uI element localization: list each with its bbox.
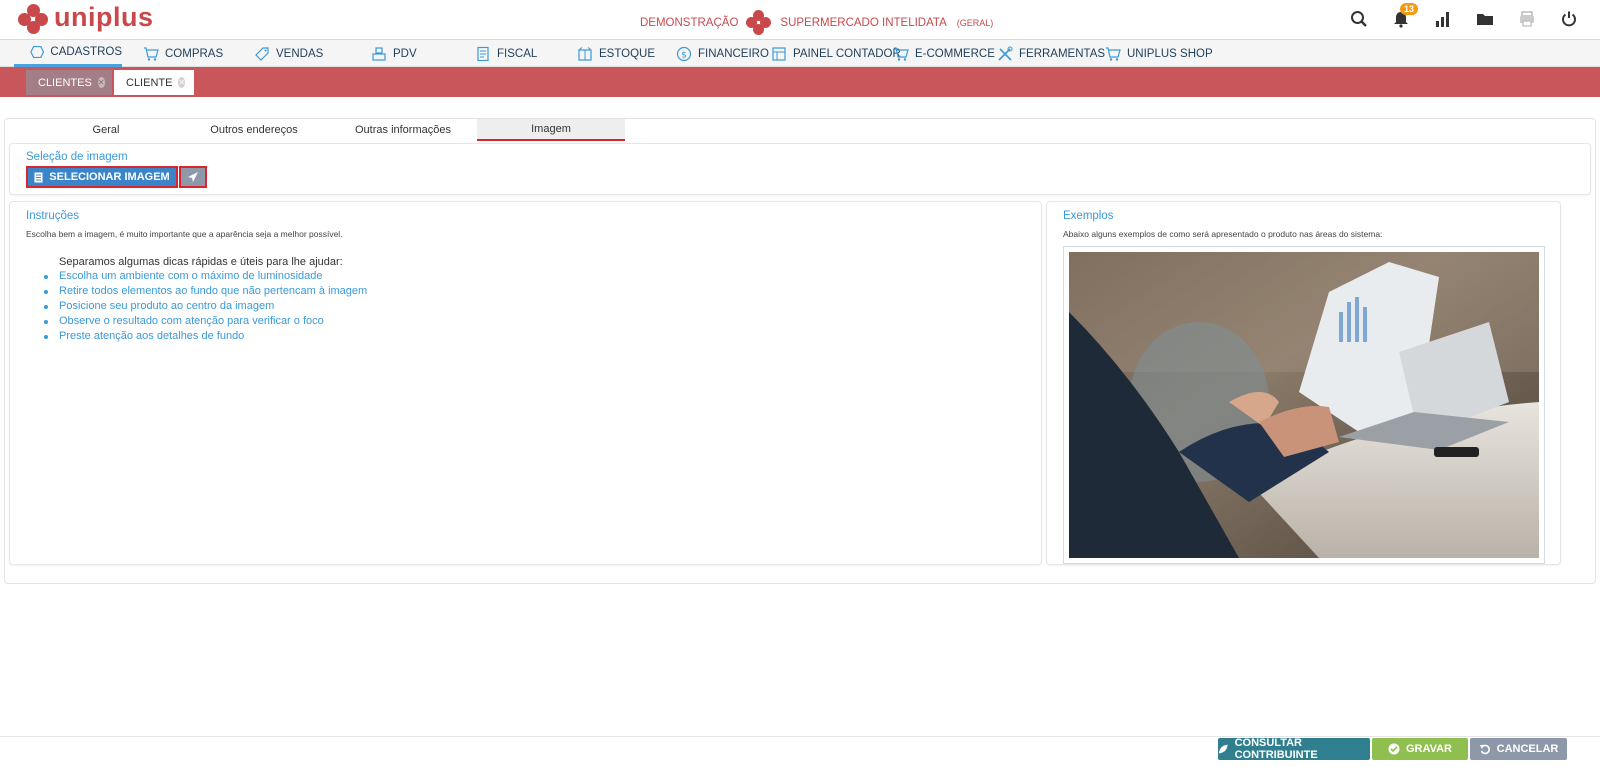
tips-heading: Separamos algumas dicas rápidas e úteis … [59,256,343,268]
footer-actions: CONSULTAR CONTRIBUINTE GRAVAR CANCELAR [0,736,1600,777]
examples-title: Exemplos [1063,210,1114,222]
close-icon[interactable]: ✕ [178,77,186,88]
box-icon [578,46,592,61]
leaf-icon [1218,744,1228,754]
menu-compras[interactable]: COMPRAS [143,40,223,67]
logo-icon [18,4,48,34]
list-item: Preste atenção aos detalhes de fundo [44,330,367,345]
client-form: Geral Outros endereços Outras informaçõe… [4,118,1596,584]
menu-label: ESTOQUE [599,47,656,60]
button-label: SELECIONAR IMAGEM [49,171,170,183]
example-photo [1069,252,1539,558]
menu-label: CADASTROS [50,46,122,58]
notification-count: 13 [1400,3,1419,15]
button-label: CANCELAR [1496,743,1559,755]
subtab-imagem[interactable]: Imagem [477,119,625,141]
company-name: SUPERMERCADO INTELIDATA [780,17,947,29]
paper-plane-icon [188,172,198,182]
button-label: GRAVAR [1405,743,1453,755]
menu-painel-contador[interactable]: PAINEL CONTADOR [771,40,901,67]
search-icon[interactable] [1348,8,1370,30]
top-bar: uniplus DEMONSTRAÇÃO SUPERMERCADO INTELI… [0,0,1600,40]
hexagon-icon [30,46,45,58]
undo-icon [1479,744,1490,755]
menu-ferramentas[interactable]: FERRAMENTAS [997,40,1105,67]
menu-label: VENDAS [276,47,324,60]
tab-cliente[interactable]: CLIENTE ✕ [114,70,194,95]
folder-icon[interactable] [1474,8,1496,30]
subtab-geral[interactable]: Geral [35,119,177,141]
menu-label: COMPRAS [165,47,224,60]
menu-financeiro[interactable]: $ FINANCEIRO [676,40,769,67]
svg-text:$: $ [681,50,687,60]
company-selector[interactable]: DEMONSTRAÇÃO SUPERMERCADO INTELIDATA (GE… [640,10,993,36]
list-item: Observe o resultado com atenção para ver… [44,315,367,330]
consult-contributor-button[interactable]: CONSULTAR CONTRIBUINTE [1218,737,1370,761]
tab-clientes[interactable]: CLIENTES ✕ [26,70,112,95]
select-image-button[interactable]: SELECIONAR IMAGEM [26,166,178,188]
button-label: CONSULTAR CONTRIBUINTE [1234,737,1318,761]
company-logo-icon [746,10,772,36]
printer-icon[interactable] [1516,8,1538,30]
power-icon[interactable] [1558,8,1580,30]
menu-label: PAINEL CONTADOR [793,47,901,60]
menu-vendas[interactable]: VENDAS [254,40,323,67]
menu-ecommerce[interactable]: E-COMMERCE [893,40,995,67]
image-selection-panel: Seleção de imagem SELECIONAR IMAGEM [9,143,1591,195]
list-item: Posicione seu produto ao centro da image… [44,300,367,315]
company-unit: (GERAL) [956,18,994,28]
image-selection-title: Seleção de imagem [26,151,128,163]
menu-estoque[interactable]: ESTOQUE [577,40,655,67]
menu-fiscal[interactable]: FISCAL [475,40,537,67]
menu-label: FERRAMENTAS [1019,47,1106,60]
file-icon [34,172,43,182]
tips-list: Escolha um ambiente com o máximo de lumi… [44,270,367,345]
menu-cadastros[interactable]: CADASTROS [14,40,122,67]
menu-uniplus-shop[interactable]: UNIPLUS SHOP [1105,40,1213,67]
bar-chart-icon[interactable] [1432,8,1454,30]
examples-panel: Exemplos Abaixo alguns exemplos de como … [1046,201,1561,565]
document-icon [477,46,489,61]
cart-icon [144,46,159,61]
subtab-outras-informacoes[interactable]: Outras informações [329,119,477,141]
list-item: Retire todos elementos ao fundo que não … [44,285,367,300]
register-icon [372,46,386,61]
check-circle-icon [1388,743,1400,755]
dollar-icon: $ [676,46,692,61]
tools-icon [998,46,1013,61]
document-tab-bar: CLIENTES ✕ CLIENTE ✕ [0,67,1600,97]
tab-label: CLIENTES [38,76,92,89]
instructions-panel: Instruções Escolha bem a imagem, é muito… [9,201,1042,565]
camera-upload-button[interactable] [179,166,207,188]
brand-logo[interactable]: uniplus [18,1,154,34]
instructions-intro: Escolha bem a imagem, é muito importante… [26,229,343,239]
brand-name: uniplus [54,1,154,32]
instructions-title: Instruções [26,210,80,222]
close-icon[interactable]: ✕ [97,77,105,88]
menu-label: FINANCEIRO [698,47,769,60]
main-menu: CADASTROS COMPRAS VENDAS PDV FISCAL ESTO… [0,40,1600,67]
tag-icon [255,46,269,61]
menu-label: UNIPLUS SHOP [1127,47,1213,60]
cancel-button[interactable]: CANCELAR [1470,738,1567,760]
cart-icon [894,46,909,61]
form-subtabs: Geral Outros endereços Outras informaçõe… [5,119,1595,141]
tab-label: CLIENTE [126,76,173,89]
example-image-frame [1063,246,1545,564]
cart-icon [1106,46,1121,61]
list-item: Escolha um ambiente com o máximo de lumi… [44,270,367,285]
bell-icon[interactable]: 13 [1390,3,1419,30]
menu-pdv[interactable]: PDV [371,40,417,67]
examples-description: Abaixo alguns exemplos de como será apre… [1063,229,1383,239]
menu-label: E-COMMERCE [915,47,995,60]
subtab-outros-enderecos[interactable]: Outros endereços [183,119,325,141]
ledger-icon [772,46,786,61]
menu-label: PDV [393,47,417,60]
environment-label: DEMONSTRAÇÃO [640,17,739,29]
save-button[interactable]: GRAVAR [1372,738,1468,760]
menu-label: FISCAL [497,47,538,60]
top-actions: 13 [1348,3,1580,30]
